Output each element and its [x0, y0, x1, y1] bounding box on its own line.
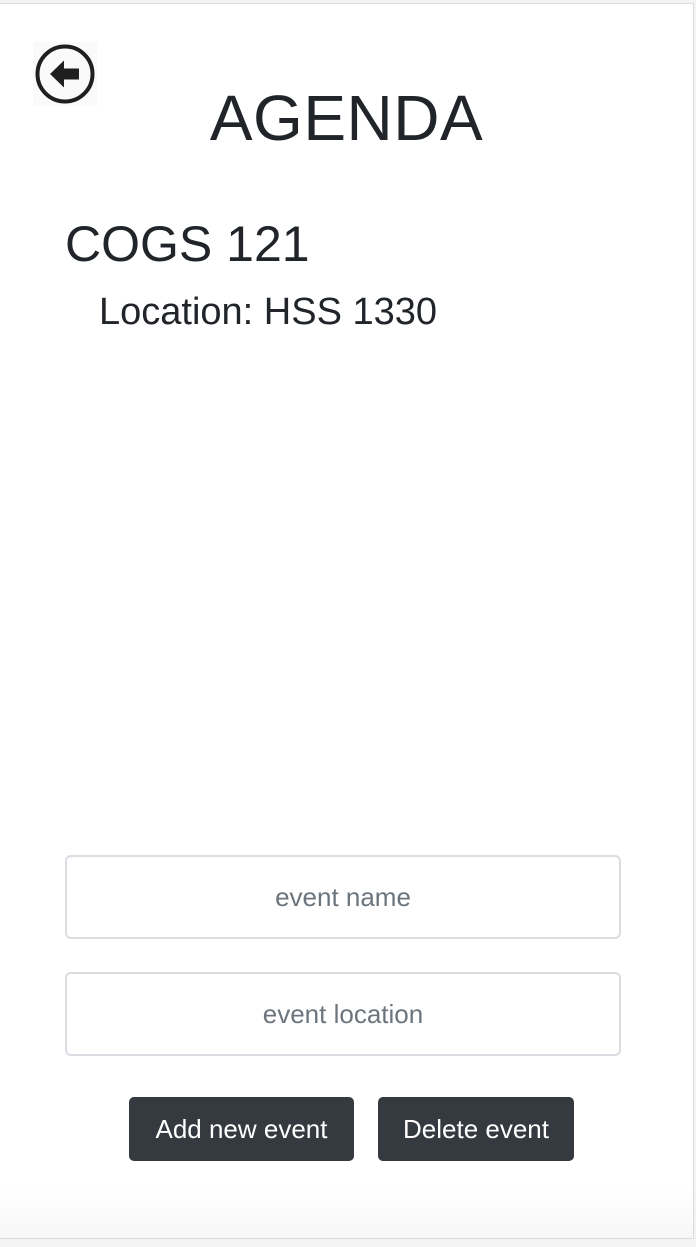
agenda-screen: AGENDA COGS 121 Location: HSS 1330 Add n…	[0, 3, 694, 1239]
page-title: AGENDA	[209, 82, 484, 154]
course-title: COGS 121	[65, 216, 310, 272]
add-event-button[interactable]: Add new event	[129, 1097, 354, 1161]
event-location-input[interactable]	[65, 972, 621, 1056]
event-name-input[interactable]	[65, 855, 621, 939]
course-location: Location: HSS 1330	[99, 291, 438, 333]
delete-event-button[interactable]: Delete event	[378, 1097, 574, 1161]
